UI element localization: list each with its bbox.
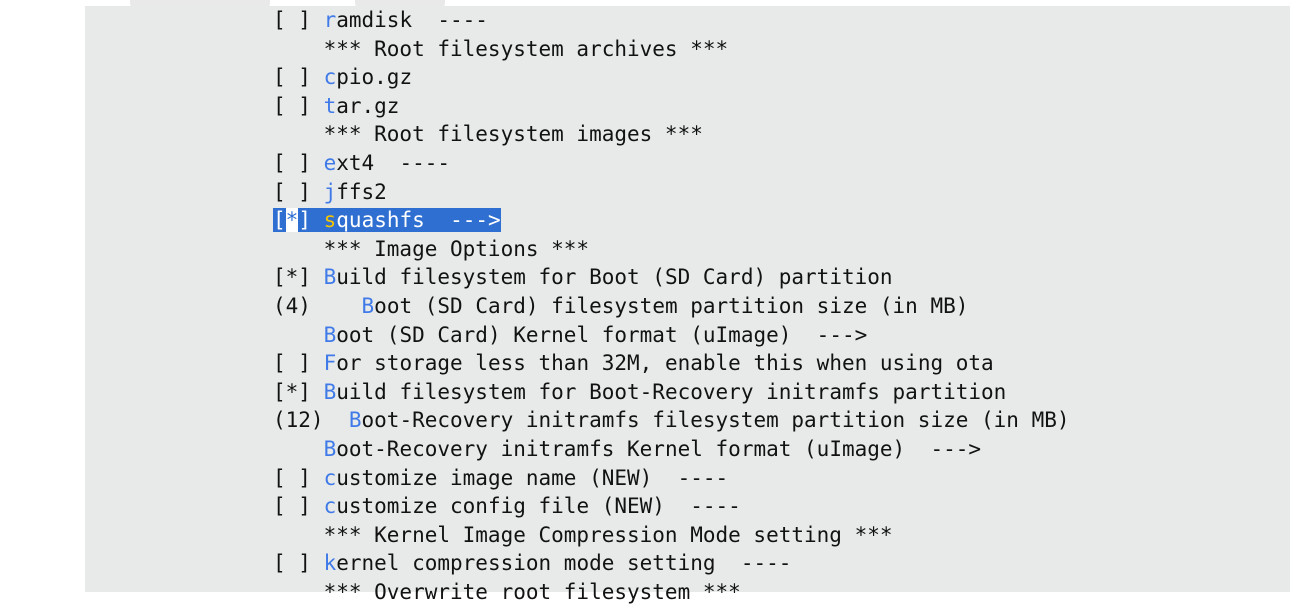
menu-item-label: uild filesystem for Boot (SD Card) parti…: [336, 265, 893, 290]
menu-comment: *** Image Options ***: [273, 235, 1070, 264]
checkbox-cursor[interactable]: *: [285, 208, 299, 233]
menu-item-prefix: [ ]: [273, 93, 324, 118]
checkbox-open: [: [273, 208, 286, 233]
menu-item[interactable]: Boot-Recovery initramfs Kernel format (u…: [273, 435, 1070, 464]
menu-item[interactable]: (4) Boot (SD Card) filesystem partition …: [273, 292, 1070, 321]
menu-comment: *** Kernel Image Compression Mode settin…: [273, 521, 1070, 550]
menu-item-label: oot-Recovery initramfs Kernel format (uI…: [336, 436, 982, 461]
menu-item-label: or storage less than 32M, enable this wh…: [336, 351, 994, 376]
menu-item-hotkey: j: [323, 179, 337, 204]
menu-item-prefix: (4): [273, 293, 362, 318]
menu-item-prefix: [*]: [273, 265, 324, 290]
menu-item-hotkey: e: [323, 150, 337, 175]
menu-item-prefix: [ ]: [273, 465, 324, 490]
checkbox-close: ]: [298, 208, 311, 233]
menu-item-label: ustomize image name (NEW) ----: [336, 465, 729, 490]
menu-item-label: pio.gz: [336, 65, 413, 90]
menu-comment-text: *** Root filesystem archives ***: [273, 36, 729, 61]
menu-item[interactable]: [ ] jffs2: [273, 178, 1070, 207]
menu-item-hotkey: c: [323, 494, 337, 519]
menu-item[interactable]: [*] Build filesystem for Boot-Recovery i…: [273, 378, 1070, 407]
menu-item-prefix: [273, 437, 324, 461]
menu-item-selected[interactable]: [*] squashfs --->: [273, 206, 1070, 235]
menu-item-prefix: [ ]: [273, 351, 324, 376]
menu-item[interactable]: [ ] customize config file (NEW) ----: [273, 492, 1070, 521]
menuconfig-panel: [ ] ramdisk ---- *** Root filesystem arc…: [85, 6, 1290, 604]
menu-item-prefix: [ ]: [273, 8, 324, 32]
menu-item-hotkey: B: [323, 379, 337, 404]
menu-item[interactable]: [ ] cpio.gz: [273, 63, 1070, 92]
menu-item-prefix: [ ]: [273, 179, 324, 204]
menu-comment: *** Root filesystem archives ***: [273, 35, 1070, 64]
menu-item-hotkey: s: [323, 208, 337, 233]
menu-item[interactable]: [ ] For storage less than 32M, enable th…: [273, 349, 1070, 378]
menu-item-hotkey: k: [323, 551, 337, 576]
menu-item-label: ar.gz: [336, 93, 400, 118]
menu-item-hotkey: F: [323, 351, 337, 376]
menu-item[interactable]: [ ] customize image name (NEW) ----: [273, 464, 1070, 493]
menu-item-hotkey: B: [323, 436, 337, 461]
menu-item-hotkey: B: [323, 322, 337, 347]
menu-item-hotkey: r: [323, 8, 337, 32]
menu-item-prefix: (12): [273, 408, 349, 433]
menu-item[interactable]: Boot (SD Card) Kernel format (uImage) --…: [273, 321, 1070, 350]
menu-list: [ ] ramdisk ---- *** Root filesystem arc…: [273, 6, 1070, 606]
menu-item[interactable]: [ ] tar.gz: [273, 92, 1070, 121]
menu-item-label: oot (SD Card) Kernel format (uImage) ---…: [336, 322, 868, 347]
menu-item-label: xt4 ----: [336, 150, 451, 175]
menu-item-hotkey: t: [323, 93, 337, 118]
menu-item-prefix: [ ]: [273, 551, 324, 576]
menu-item-prefix: [*]: [273, 379, 324, 404]
menu-comment-text: *** Root filesystem images ***: [273, 122, 703, 147]
menu-item-label: oot (SD Card) filesystem partition size …: [374, 293, 969, 318]
menu-item[interactable]: [*] Build filesystem for Boot (SD Card) …: [273, 263, 1070, 292]
menu-item-label: ernel compression mode setting ----: [336, 551, 792, 576]
menu-item-hotkey: B: [348, 408, 362, 433]
menu-item-label: ffs2: [336, 179, 387, 204]
menu-item-label: amdisk ----: [336, 8, 488, 32]
menu-item-prefix: [ ]: [273, 150, 324, 175]
menu-item[interactable]: [ ] kernel compression mode setting ----: [273, 549, 1070, 578]
menu-item-label: oot-Recovery initramfs filesystem partit…: [361, 408, 1070, 433]
menu-comment: *** Root filesystem images ***: [273, 120, 1070, 149]
spacer: [310, 208, 324, 233]
menu-item-label: ustomize config file (NEW) ----: [336, 494, 741, 519]
menu-item-prefix: [273, 323, 324, 347]
menu-item[interactable]: [ ] ext4 ----: [273, 149, 1070, 178]
menu-comment-text: *** Image Options ***: [273, 236, 590, 261]
menu-item-hotkey: c: [323, 465, 337, 490]
selected-label[interactable]: squashfs --->: [323, 208, 501, 233]
menu-item-label: uild filesystem for Boot-Recovery initra…: [336, 379, 1007, 404]
menu-item[interactable]: (12) Boot-Recovery initramfs filesystem …: [273, 406, 1070, 435]
menu-item-hotkey: B: [361, 293, 375, 318]
menu-item-prefix: [ ]: [273, 65, 324, 90]
menu-item-hotkey: c: [323, 65, 337, 90]
menu-item-prefix: [ ]: [273, 494, 324, 519]
menu-item-label: quashfs --->: [336, 208, 501, 233]
menu-comment-text: *** Kernel Image Compression Mode settin…: [273, 522, 893, 547]
menu-item[interactable]: [ ] ramdisk ----: [273, 6, 1070, 35]
menu-item-hotkey: B: [323, 265, 337, 290]
